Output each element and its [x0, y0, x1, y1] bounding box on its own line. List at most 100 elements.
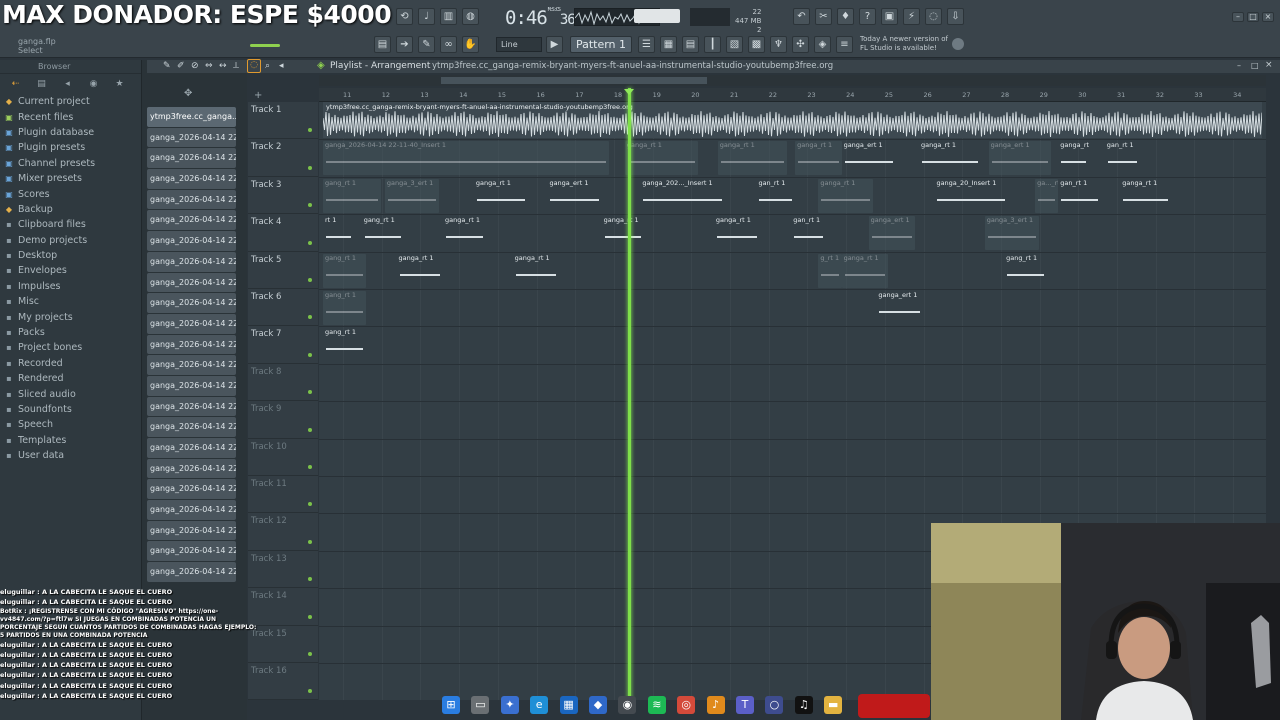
- clip-source-item[interactable]: ganga_2026-04-14 22-3...: [147, 438, 236, 458]
- download-icon[interactable]: ⇩: [947, 8, 964, 25]
- tool-paint-icon[interactable]: ✐: [177, 61, 185, 71]
- audio-clip[interactable]: ganga_rt 1: [1120, 179, 1170, 213]
- track-mute-led[interactable]: [308, 390, 312, 395]
- audio-clip[interactable]: ganga_rt 1: [919, 141, 981, 175]
- clip-source-item[interactable]: ganga_2026-04-14 22-3...: [147, 520, 236, 541]
- microphone-icon[interactable]: ♦: [837, 8, 854, 25]
- clip-source-item[interactable]: ganga_2026-04-14 22-3...: [147, 417, 236, 437]
- audio-clip[interactable]: ganga_ert 1: [988, 141, 1051, 176]
- clip-source-item[interactable]: ganga_2026-04-14 22-1...: [147, 169, 236, 189]
- track-mute-led[interactable]: [308, 240, 312, 245]
- track-header[interactable]: Track 8: [248, 364, 318, 402]
- playlist-play-icon[interactable]: ◈: [317, 60, 325, 71]
- cut-icon[interactable]: ✂: [815, 8, 832, 25]
- browser-folder-item[interactable]: ▪ Recorded: [4, 356, 141, 371]
- cortana-icon[interactable]: ○: [765, 696, 784, 714]
- minimize-icon[interactable]: –: [1232, 12, 1244, 22]
- audio-clip[interactable]: gang_rt 1: [1004, 254, 1047, 288]
- audio-clip[interactable]: gan_rt 1: [756, 179, 795, 213]
- audio-clip[interactable]: ganga_3_ert 1: [984, 216, 1039, 251]
- track-header[interactable]: Track 2: [248, 139, 318, 177]
- browser-folder-item[interactable]: ▪ Packs: [4, 325, 141, 340]
- news-icon[interactable]: ≡: [836, 36, 853, 53]
- transport-loop-icon[interactable]: ⟲: [396, 8, 413, 25]
- clip-source-item[interactable]: ganga_2026-04-14 22-1...: [147, 127, 236, 148]
- track-mute-led[interactable]: [308, 315, 312, 320]
- plugin-icon[interactable]: ⚡: [903, 8, 920, 25]
- browser-folder-item[interactable]: ▪ Demo projects: [4, 233, 141, 248]
- audio-clip[interactable]: ganga_rt 1: [602, 216, 645, 250]
- clip-source-item[interactable]: ganga_2026-04-14 22-1...: [147, 210, 236, 231]
- audio-clip[interactable]: ganga_ert 1: [868, 216, 916, 251]
- audio-clip[interactable]: ganga_rt 1: [397, 254, 443, 288]
- audio-clip[interactable]: ganga_20_Insert 1: [934, 179, 1008, 213]
- clip-source-item[interactable]: ganga_2026-04-14 22-3...: [147, 355, 236, 375]
- touch-controller-icon[interactable]: ♆: [770, 36, 787, 53]
- mixer-icon[interactable]: ┃: [704, 36, 721, 53]
- browser-options-icon[interactable]: ◉: [88, 79, 99, 89]
- tool-slice-icon[interactable]: ⟂: [233, 61, 239, 71]
- pencil-icon[interactable]: ✎: [418, 36, 435, 53]
- tool-slip-icon[interactable]: ↔: [219, 61, 227, 71]
- track-header[interactable]: Track 9: [248, 401, 318, 439]
- track-header[interactable]: Track 13: [248, 551, 318, 589]
- browser-folder-item[interactable]: ▪ Clipboard files: [4, 217, 141, 232]
- tool-zoom-icon[interactable]: ⌕: [265, 61, 270, 71]
- obs-icon[interactable]: ◉: [618, 696, 637, 714]
- track-mute-led[interactable]: [308, 128, 312, 133]
- track-header[interactable]: Track 7: [248, 326, 318, 364]
- main-pitch-slider[interactable]: [250, 44, 280, 47]
- track-header[interactable]: Track 10: [248, 439, 318, 476]
- clip-source-item[interactable]: ganga_2026-04-14 22-3...: [147, 375, 236, 396]
- audio-clip[interactable]: gang_rt 1: [323, 178, 382, 213]
- channel-rack-icon[interactable]: ▤: [682, 36, 699, 53]
- clip-source-item[interactable]: ganga_2026-04-14 22-3...: [147, 500, 236, 520]
- link-icon[interactable]: ∞: [440, 36, 457, 53]
- track-mute-led[interactable]: [308, 352, 312, 357]
- audio-clip[interactable]: ganga_rt 1: [841, 253, 889, 288]
- undo-icon[interactable]: ↶: [793, 8, 810, 25]
- browser-folder-item[interactable]: ▪ Templates: [4, 433, 141, 448]
- clip-source-item[interactable]: ytmp3free.cc_ganga...: [147, 107, 236, 127]
- track-header[interactable]: Track 6: [248, 289, 318, 327]
- clip-source-item[interactable]: ganga_2026-04-14 22-3...: [147, 334, 236, 355]
- browser-folder-item[interactable]: ▪ Project bones: [4, 340, 141, 355]
- browser-folder-item[interactable]: ▪ Envelopes: [4, 263, 141, 278]
- track-mute-led[interactable]: [308, 577, 312, 582]
- clip-source-item[interactable]: ganga_2026-04-14 22-1...: [147, 148, 236, 169]
- track-mute-led[interactable]: [308, 427, 312, 432]
- audio-clip[interactable]: ganga_ert 1: [547, 179, 601, 213]
- audio-clip[interactable]: ganga_rt 1: [795, 141, 842, 176]
- browser-folder-item[interactable]: ▣ Plugin presets: [4, 140, 141, 155]
- audio-clip[interactable]: ganga_rt 1: [624, 141, 699, 176]
- chrome-icon[interactable]: ◎: [677, 696, 696, 714]
- playlist-close-icon[interactable]: ×: [1265, 60, 1273, 70]
- snap-selector[interactable]: Line: [496, 37, 542, 52]
- audio-clip[interactable]: gang_rt 1: [323, 291, 366, 325]
- track-mute-led[interactable]: [308, 651, 312, 656]
- track-mute-led[interactable]: [308, 464, 312, 469]
- pattern-selector[interactable]: Pattern 1: [570, 36, 632, 53]
- clip-source-item[interactable]: ganga_2026-04-14 22-3...: [147, 396, 236, 417]
- arrow-right-icon[interactable]: ➔: [396, 36, 413, 53]
- news-settings-icon[interactable]: [952, 38, 964, 50]
- plugin-picker-icon[interactable]: ▩: [748, 36, 765, 53]
- audio-clip[interactable]: gan_rt 1: [791, 216, 826, 250]
- tiktok-icon[interactable]: ♫: [794, 696, 813, 714]
- audio-clip[interactable]: ganga_rt 1: [474, 179, 528, 213]
- track-header[interactable]: Track 3: [248, 177, 318, 215]
- teams-icon[interactable]: T: [736, 696, 754, 714]
- clip-source-item[interactable]: ganga_2026-04-14 22-1...: [147, 189, 236, 210]
- track-mute-led[interactable]: [308, 502, 312, 507]
- master-volume-slider[interactable]: [634, 9, 680, 23]
- tool-draw-icon[interactable]: ✎: [163, 61, 171, 71]
- track-mute-led[interactable]: [308, 614, 312, 619]
- close-app-icon[interactable]: ×: [1262, 12, 1274, 22]
- keyboard-icon[interactable]: ▤: [374, 36, 391, 53]
- project-info-icon[interactable]: ◈: [814, 36, 831, 53]
- app-icon[interactable]: ✦: [500, 696, 519, 714]
- piano-roll-icon[interactable]: ▦: [660, 36, 677, 53]
- track-mute-led[interactable]: [308, 277, 312, 282]
- explorer-icon[interactable]: ▬: [824, 696, 843, 714]
- browser-collapse-icon[interactable]: ◂: [62, 79, 73, 89]
